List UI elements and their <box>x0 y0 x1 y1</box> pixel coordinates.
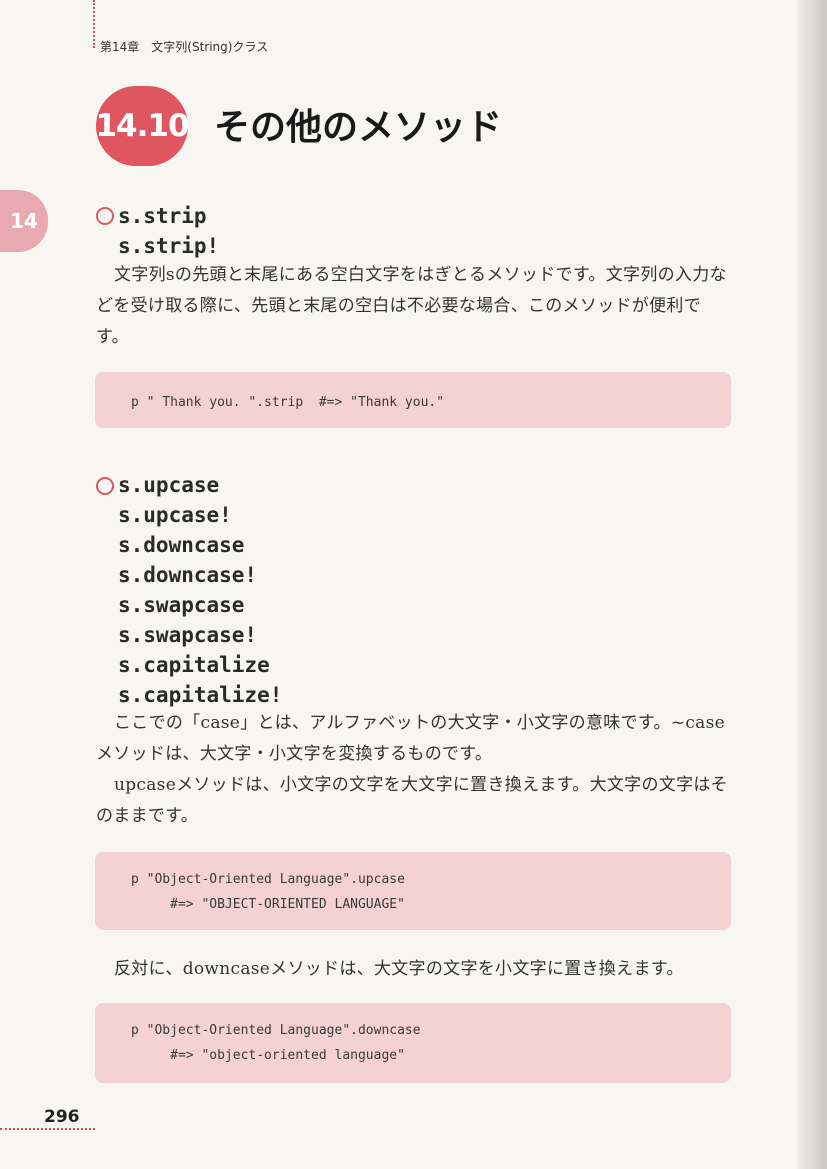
code-example: p "Object-Oriented Language".downcase #=… <box>95 1003 731 1083</box>
section-title: その他のメソッド <box>214 107 503 148</box>
method-heading: s.downcase! <box>118 563 258 587</box>
method-heading: s.upcase! <box>118 503 232 527</box>
bullet-circle-icon <box>96 477 114 495</box>
method-heading: s.swapcase! <box>118 623 258 647</box>
method-heading: s.strip <box>118 204 207 228</box>
code-line: p " Thank you. ".strip #=> "Thank you." <box>131 395 445 410</box>
code-line: #=> "OBJECT-ORIENTED LANGUAGE" <box>131 897 405 912</box>
running-head: 第14章 文字列(String)クラス <box>100 40 269 54</box>
method-heading: s.capitalize! <box>118 683 283 707</box>
body-paragraph: 反対に、downcaseメソッドは、大文字の文字を小文字に置き換えます。 <box>114 959 684 979</box>
method-heading: s.capitalize <box>118 653 270 677</box>
chapter-side-tab: 14 <box>0 190 48 252</box>
code-line: p "Object-Oriented Language".upcase <box>131 872 405 887</box>
dotted-footer-line <box>0 1128 95 1130</box>
method-heading: s.strip! <box>118 234 220 258</box>
dotted-margin-line <box>93 0 95 48</box>
body-paragraph: upcaseメソッドは、小文字の文字を大文字に置き換えます。大文字の文字はそのま… <box>96 775 728 826</box>
bullet-circle-icon <box>96 207 114 225</box>
method-heading: s.swapcase <box>118 593 245 617</box>
code-example: p " Thank you. ".strip #=> "Thank you." <box>95 372 731 428</box>
code-line: #=> "object-oriented language" <box>131 1048 405 1063</box>
section-number-badge: 14.10 <box>95 86 190 166</box>
page-number: 296 <box>44 1107 80 1127</box>
body-paragraph: 文字列sの先頭と末尾にある空白文字をはぎとるメソッドです。文字列の入力などを受け… <box>96 265 727 347</box>
page-edge-shadow <box>797 0 827 1169</box>
code-example: p "Object-Oriented Language".upcase #=> … <box>95 852 731 930</box>
code-line: p "Object-Oriented Language".downcase <box>131 1023 421 1038</box>
method-heading: s.upcase <box>118 473 220 497</box>
body-paragraph: ここでの「case」とは、アルファベットの大文字・小文字の意味です。~caseメ… <box>96 713 725 764</box>
method-heading: s.downcase <box>118 533 245 557</box>
